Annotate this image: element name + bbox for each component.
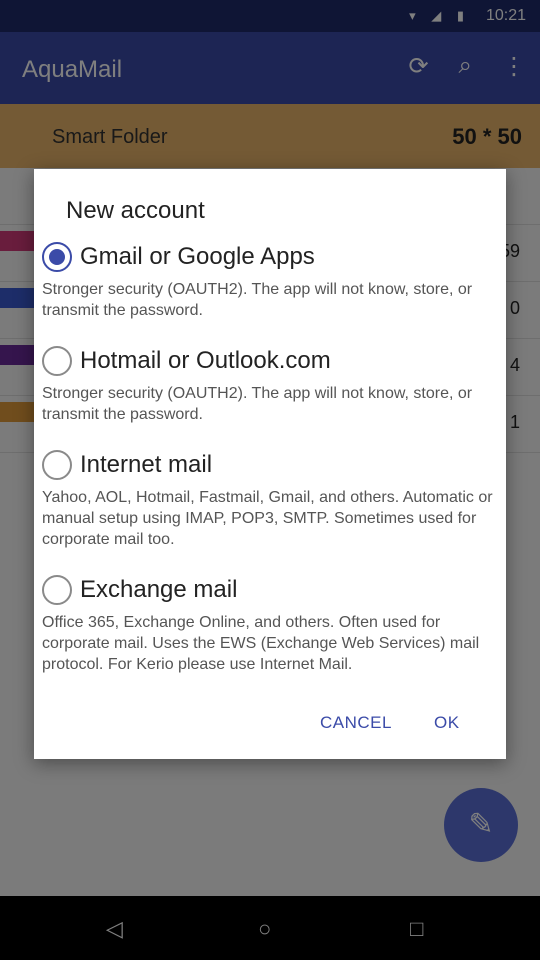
cancel-button[interactable]: CANCEL bbox=[320, 713, 392, 733]
radio-button-hotmail[interactable] bbox=[42, 346, 72, 376]
ok-button[interactable]: OK bbox=[434, 713, 460, 733]
option-description: Office 365, Exchange Online, and others.… bbox=[42, 614, 480, 673]
option-label: Exchange mail bbox=[80, 576, 238, 603]
dialog-title: New account bbox=[66, 197, 205, 224]
option-label: Gmail or Google Apps bbox=[80, 243, 315, 270]
option-label: Internet mail bbox=[80, 451, 213, 478]
option-label: Hotmail or Outlook.com bbox=[80, 347, 331, 374]
new-account-dialog: New account Gmail or Google Apps Stronge… bbox=[34, 169, 506, 759]
option-description: Yahoo, AOL, Hotmail, Fastmail, Gmail, an… bbox=[42, 489, 493, 548]
option-internet-mail[interactable]: Internet mail Yahoo, AOL, Hotmail, Fastm… bbox=[42, 447, 498, 550]
radio-button-exchange-mail[interactable] bbox=[42, 575, 72, 605]
option-description: Stronger security (OAUTH2). The app will… bbox=[42, 385, 473, 423]
dialog-actions: CANCEL OK bbox=[34, 707, 506, 743]
option-description: Stronger security (OAUTH2). The app will… bbox=[42, 281, 473, 319]
option-exchange-mail[interactable]: Exchange mail Office 365, Exchange Onlin… bbox=[42, 572, 498, 675]
radio-button-internet-mail[interactable] bbox=[42, 450, 72, 480]
option-hotmail[interactable]: Hotmail or Outlook.com Stronger security… bbox=[42, 343, 498, 425]
radio-button-gmail[interactable] bbox=[42, 242, 72, 272]
option-gmail[interactable]: Gmail or Google Apps Stronger security (… bbox=[42, 239, 498, 321]
